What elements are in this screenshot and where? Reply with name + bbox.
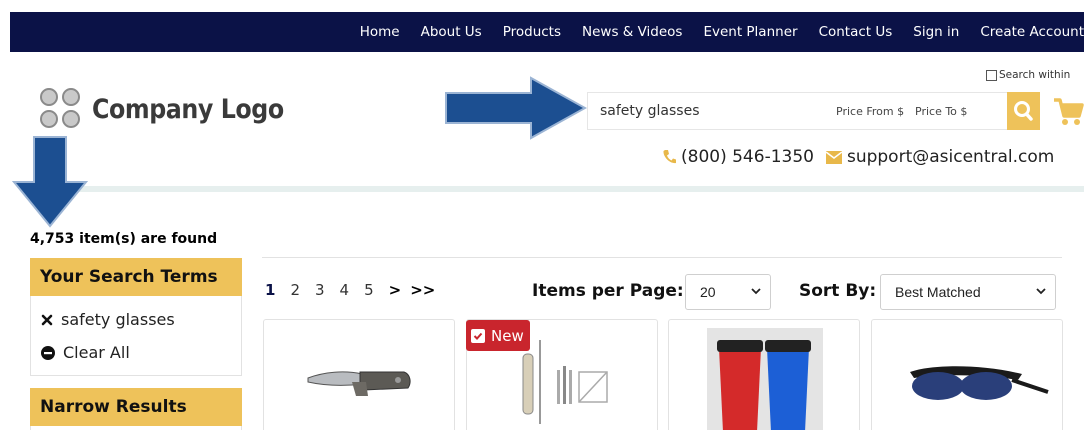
search-within-option[interactable]: Search within <box>986 69 1070 81</box>
nav-sign-in-link[interactable]: Sign in <box>913 24 959 40</box>
search-icon <box>1014 101 1033 121</box>
sort-by-label: Sort By: <box>799 281 877 301</box>
page-2-link[interactable]: 2 <box>290 281 300 299</box>
narrow-results-panel <box>30 426 242 430</box>
check-icon <box>471 328 485 343</box>
search-terms-panel: safety glasses Clear All <box>30 296 242 376</box>
nav-home-link[interactable]: Home <box>360 24 400 40</box>
page-3-link[interactable]: 3 <box>315 281 325 299</box>
remove-term-item[interactable]: safety glasses <box>41 310 175 329</box>
nav-menu: Home About Us Products News & Videos Eve… <box>339 12 1084 52</box>
chevron-down-icon <box>1036 288 1046 295</box>
phone-number[interactable]: (800) 546-1350 <box>681 147 814 167</box>
product-card[interactable] <box>263 319 455 430</box>
new-badge-label: New <box>491 326 524 345</box>
sort-by-select[interactable]: Best Matched <box>880 274 1056 310</box>
clear-all-link[interactable]: Clear All <box>41 343 130 362</box>
results-count: 4,753 item(s) are found <box>30 231 218 247</box>
sunglasses-image <box>910 366 1049 400</box>
product-card[interactable] <box>871 319 1063 430</box>
next-page-link[interactable]: > <box>389 281 402 299</box>
results-top-divider <box>262 257 1062 258</box>
items-per-page-select[interactable]: 20 <box>685 274 771 310</box>
company-logo[interactable]: Company Logo <box>40 88 310 130</box>
contact-info: (800) 546-1350 support@asicentral.com <box>662 147 1054 167</box>
page-4-link[interactable]: 4 <box>340 281 350 299</box>
price-to-field[interactable]: Price To $ <box>915 105 967 118</box>
logo-circles-icon <box>40 88 82 130</box>
close-icon <box>41 314 53 326</box>
nav-about-link[interactable]: About Us <box>421 24 482 40</box>
search-terms-header: Your Search Terms <box>30 258 242 296</box>
nav-products-link[interactable]: Products <box>503 24 561 40</box>
phone-icon <box>662 149 676 165</box>
items-per-page-value: 20 <box>700 284 716 300</box>
clear-all-label: Clear All <box>63 343 130 362</box>
cart-icon[interactable] <box>1052 96 1084 128</box>
minus-circle-icon <box>41 345 55 360</box>
pocket-knife-image <box>307 371 411 396</box>
arrow-right-icon <box>445 76 587 140</box>
nav-contact-link[interactable]: Contact Us <box>819 24 893 40</box>
nav-create-account-link[interactable]: Create Account <box>980 24 1084 40</box>
page-1-link[interactable]: 1 <box>265 281 275 299</box>
header-divider <box>30 186 1084 192</box>
sort-by-value: Best Matched <box>895 284 981 300</box>
product-card[interactable] <box>668 319 860 430</box>
narrow-results-header[interactable]: Narrow Results <box>30 388 242 426</box>
top-navigation: Home About Us Products News & Videos Eve… <box>10 12 1084 52</box>
search-within-label: Search within <box>999 69 1071 81</box>
search-input[interactable]: safety glasses <box>600 103 700 119</box>
search-bar: safety glasses Price From $ Price To $ <box>587 92 1007 130</box>
new-badge: New <box>466 320 530 351</box>
logo-text: Company Logo <box>92 93 284 125</box>
nav-event-planner-link[interactable]: Event Planner <box>703 24 797 40</box>
email-address[interactable]: support@asicentral.com <box>847 147 1054 167</box>
tumblers-image <box>707 328 823 430</box>
page-5-link[interactable]: 5 <box>364 281 374 299</box>
last-page-link[interactable]: >> <box>410 281 435 299</box>
price-from-field[interactable]: Price From $ <box>836 105 904 118</box>
search-within-checkbox[interactable] <box>986 69 997 81</box>
arrow-down-icon <box>12 136 88 228</box>
search-button[interactable] <box>1007 92 1040 130</box>
search-term-label: safety glasses <box>61 310 175 329</box>
email-icon <box>825 150 842 164</box>
items-per-page-label: Items per Page: <box>532 281 684 301</box>
pagination: 1 2 3 4 5 > >> <box>265 281 444 299</box>
chevron-down-icon <box>751 288 761 295</box>
nav-news-videos-link[interactable]: News & Videos <box>582 24 682 40</box>
